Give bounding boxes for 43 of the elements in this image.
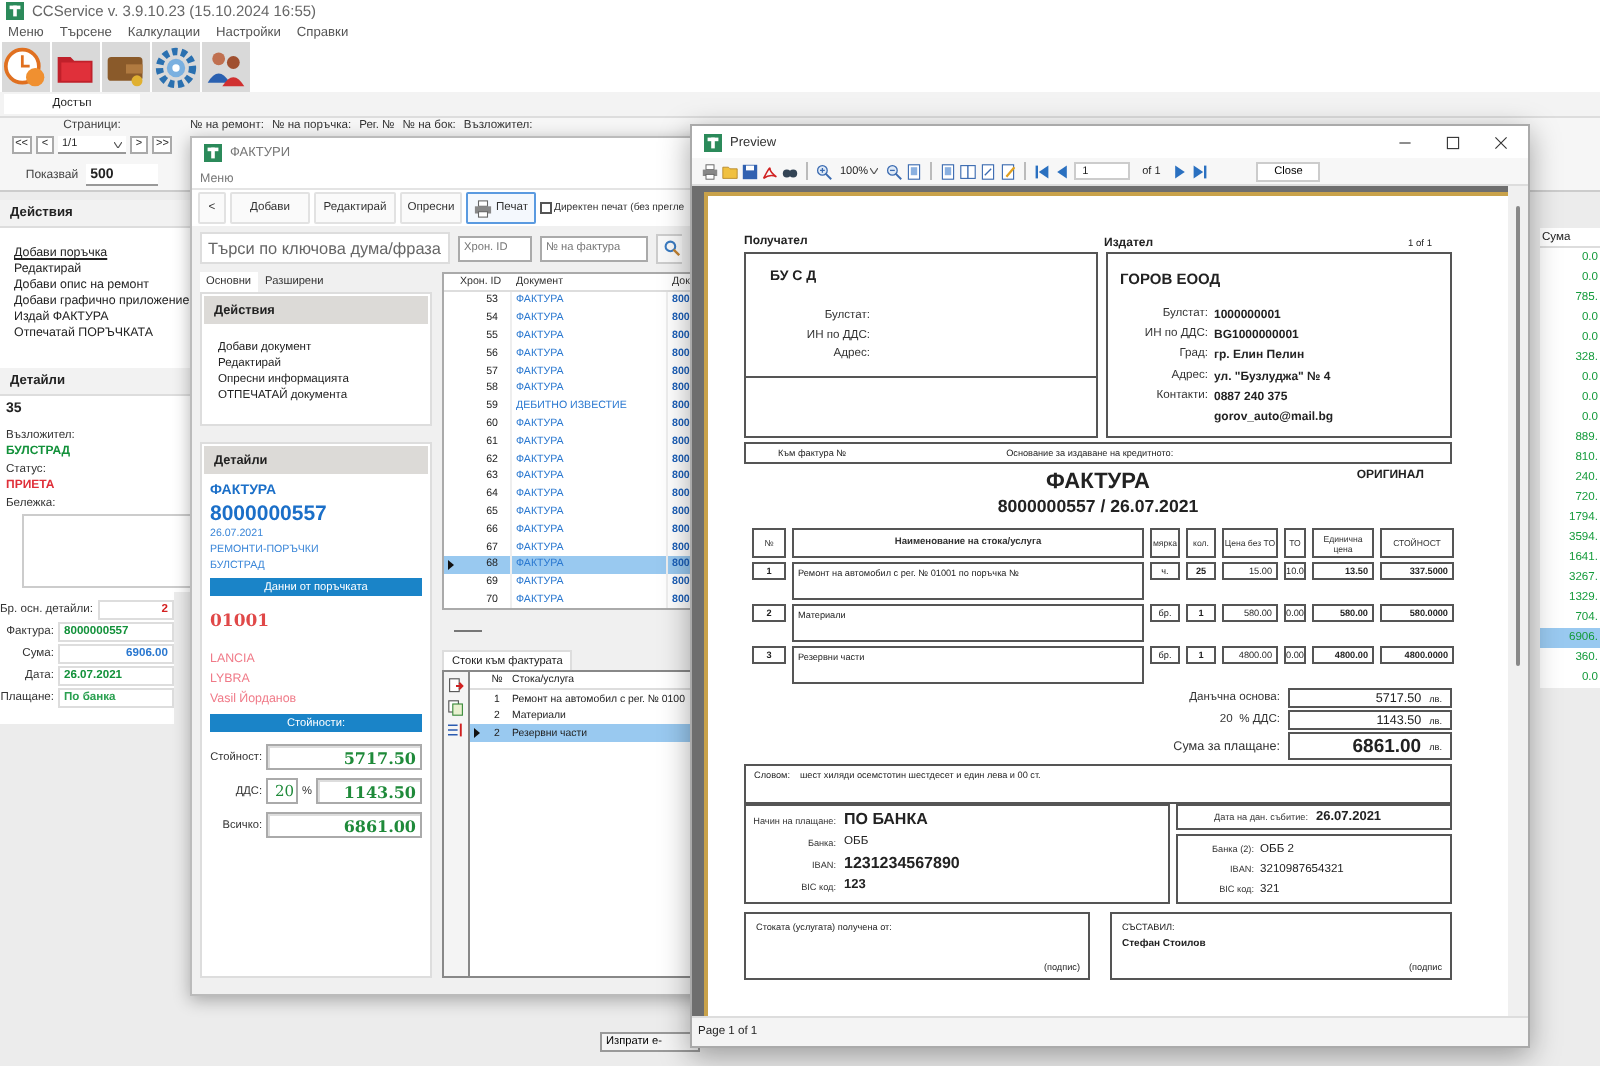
next-icon[interactable] [1172,163,1189,179]
total-value: 6861.00 [1352,735,1422,757]
toolbar-button[interactable] [2,42,50,92]
caret-icon [114,141,122,147]
gear-icon [154,45,198,89]
copy-icon[interactable] [448,700,464,717]
zoom-in-icon[interactable] [816,163,832,179]
app-icon [204,144,222,162]
toolbar-button[interactable] [102,42,150,92]
page-setup-icon[interactable] [980,163,997,179]
caret-icon [870,168,879,174]
list-arrows-icon[interactable] [448,722,464,739]
row-pointer-icon [473,728,479,739]
app-icon [704,133,722,151]
first-page-icon[interactable] [1034,163,1051,179]
row-pointer-icon [447,559,453,570]
two-pages-icon[interactable] [960,163,977,179]
document-number: 8000000557 / 26.07.2021 [995,496,1201,518]
amount-field: 5717.50 [266,744,422,770]
document-title: ФАКТУРА [1046,470,1150,496]
edit-page-icon[interactable] [1000,163,1017,179]
car-code: 01001 [210,612,272,632]
checkbox[interactable] [540,202,552,214]
printer-icon [474,199,492,217]
field-value: 1231234567890 [844,854,962,874]
toolbar-button[interactable] [152,42,200,92]
document-number: 8000000557 [210,502,329,526]
close-icon[interactable] [1494,135,1508,149]
last-page-icon[interactable] [1192,163,1209,179]
previous-icon[interactable] [1054,163,1071,179]
search-button[interactable] [656,233,682,263]
total-field: 6861.00 [266,812,422,838]
scroll-thumb [454,629,482,632]
toolbar-button[interactable] [202,42,250,92]
maximize-icon[interactable] [1446,135,1460,149]
search-icon [664,240,680,256]
floppy-icon[interactable] [742,163,758,179]
search-field[interactable]: Търси по ключова дума/фраза [200,232,450,264]
zoom-out-icon[interactable] [886,163,903,179]
field-value: ПО БАНКА [844,810,930,830]
vat-field: 1143.50 [315,778,422,804]
toolbar-button[interactable] [52,42,100,92]
printer-icon[interactable] [702,163,718,179]
